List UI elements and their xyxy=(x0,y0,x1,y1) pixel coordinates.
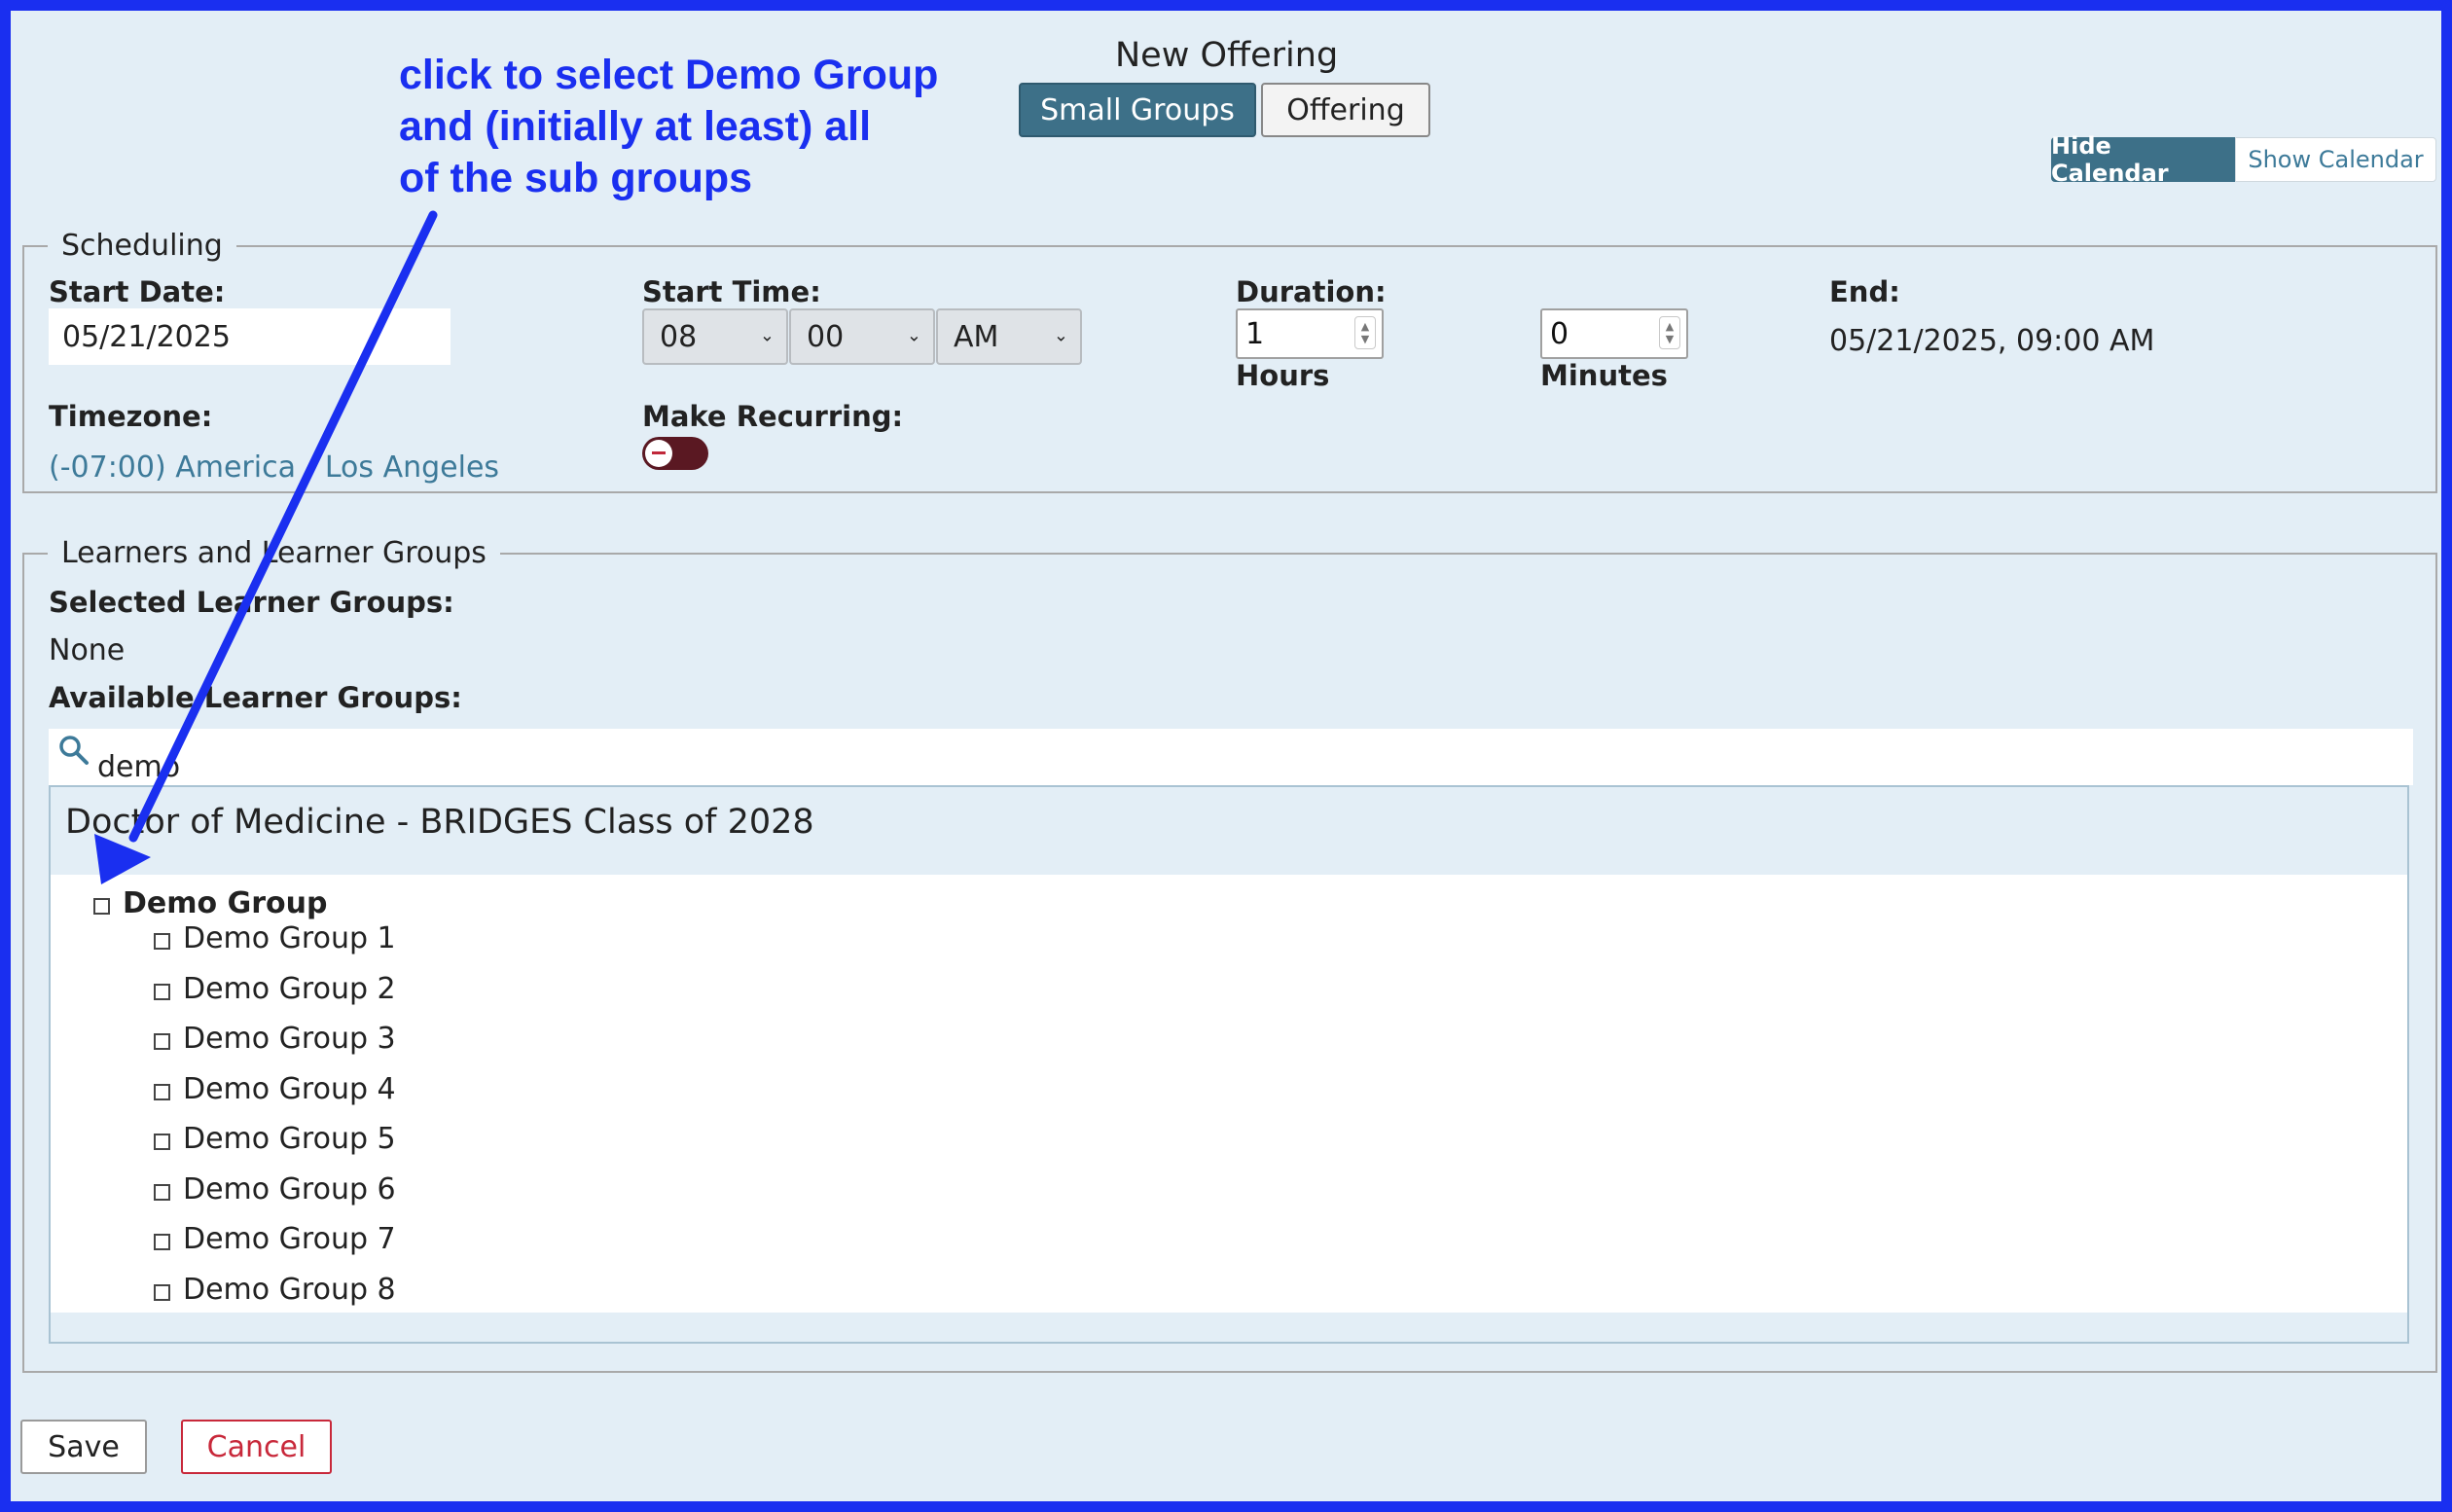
hours-value: 1 xyxy=(1245,316,1265,351)
sub-group-label[interactable]: Demo Group 7 xyxy=(183,1222,396,1256)
sub-group-label[interactable]: Demo Group 2 xyxy=(183,972,396,1006)
timezone-label: Timezone: xyxy=(49,400,213,433)
available-groups-label: Available Learner Groups: xyxy=(49,681,462,714)
demo-group-checkbox[interactable] xyxy=(93,898,110,915)
ampm-select[interactable]: AM ⌄ xyxy=(936,308,1082,365)
end-value: 05/21/2025, 09:00 AM xyxy=(1829,324,2155,358)
recurring-toggle[interactable] xyxy=(642,437,708,470)
group-search-input[interactable]: demo xyxy=(49,729,2413,785)
sub-group-checkbox[interactable] xyxy=(154,1134,170,1150)
selected-groups-value: None xyxy=(49,633,126,667)
hours-label: Hours xyxy=(1236,359,1330,392)
minute-value: 00 xyxy=(807,319,845,354)
sub-group-checkbox[interactable] xyxy=(154,933,170,950)
recurring-label: Make Recurring: xyxy=(642,400,904,433)
cancel-button[interactable]: Cancel xyxy=(181,1420,332,1474)
sub-group-label[interactable]: Demo Group 6 xyxy=(183,1172,396,1206)
cohort-header: Doctor of Medicine - BRIDGES Class of 20… xyxy=(51,787,2407,875)
chevron-down-icon: ⌄ xyxy=(906,325,921,346)
end-label: End: xyxy=(1829,275,1900,308)
sub-group-label[interactable]: Demo Group 8 xyxy=(183,1273,396,1307)
hide-calendar-button[interactable]: Hide Calendar xyxy=(2051,132,2235,187)
tab-offering[interactable]: Offering xyxy=(1261,83,1430,137)
page-frame: click to select Demo Group and (initiall… xyxy=(0,0,2452,1512)
sub-group-checkbox[interactable] xyxy=(154,1284,170,1301)
sub-group-label[interactable]: Demo Group 3 xyxy=(183,1022,396,1056)
spinner-arrows-icon[interactable]: ▲ ▼ xyxy=(1659,316,1680,349)
minutes-value: 0 xyxy=(1550,316,1569,351)
annotation-line: and (initially at least) all xyxy=(399,103,872,150)
show-calendar-button[interactable]: Show Calendar xyxy=(2235,137,2436,182)
sub-group-label[interactable]: Demo Group 1 xyxy=(183,921,396,955)
page-title: New Offering xyxy=(1115,36,1339,75)
toggle-off-icon xyxy=(645,440,672,467)
start-date-input[interactable]: 05/21/2025 xyxy=(49,308,451,365)
sub-group-label[interactable]: Demo Group 4 xyxy=(183,1072,396,1106)
tab-small-groups[interactable]: Small Groups xyxy=(1019,83,1256,137)
sub-group-checkbox[interactable] xyxy=(154,1033,170,1050)
cohort-title: Doctor of Medicine - BRIDGES Class of 20… xyxy=(65,803,814,842)
start-date-label: Start Date: xyxy=(49,275,226,308)
sub-group-checkbox[interactable] xyxy=(154,1084,170,1100)
start-time-label: Start Time: xyxy=(642,275,821,308)
chevron-down-icon: ⌄ xyxy=(1053,325,1068,346)
annotation-text: click to select Demo Group and (initiall… xyxy=(399,50,938,204)
spinner-arrows-icon[interactable]: ▲ ▼ xyxy=(1354,316,1376,349)
hours-input[interactable]: 1 ▲ ▼ xyxy=(1236,308,1384,359)
search-icon xyxy=(59,736,89,765)
selected-groups-label: Selected Learner Groups: xyxy=(49,586,454,619)
chevron-down-icon: ⌄ xyxy=(759,325,775,346)
sub-group-checkbox[interactable] xyxy=(154,1234,170,1250)
timezone-link[interactable]: (-07:00) America - Los Angeles xyxy=(49,450,499,485)
sub-group-label[interactable]: Demo Group 5 xyxy=(183,1122,396,1156)
group-tree: Doctor of Medicine - BRIDGES Class of 20… xyxy=(49,785,2409,1344)
annotation-line: click to select Demo Group xyxy=(399,52,939,98)
hour-value: 08 xyxy=(660,319,698,354)
minutes-label: Minutes xyxy=(1540,359,1668,392)
hour-select[interactable]: 08 ⌄ xyxy=(642,308,788,365)
demo-group-label[interactable]: Demo Group xyxy=(123,886,327,920)
annotation-line: of the sub groups xyxy=(399,155,753,201)
search-value: demo xyxy=(97,749,181,784)
minute-select[interactable]: 00 ⌄ xyxy=(789,308,935,365)
tree-footer xyxy=(51,1313,2407,1342)
sub-group-checkbox[interactable] xyxy=(154,984,170,1000)
learners-legend: Learners and Learner Groups xyxy=(61,536,487,570)
minutes-input[interactable]: 0 ▲ ▼ xyxy=(1540,308,1688,359)
scheduling-legend: Scheduling xyxy=(61,229,223,263)
duration-label: Duration: xyxy=(1236,275,1387,308)
sub-group-checkbox[interactable] xyxy=(154,1184,170,1201)
save-button[interactable]: Save xyxy=(20,1420,147,1474)
ampm-value: AM xyxy=(954,319,999,354)
